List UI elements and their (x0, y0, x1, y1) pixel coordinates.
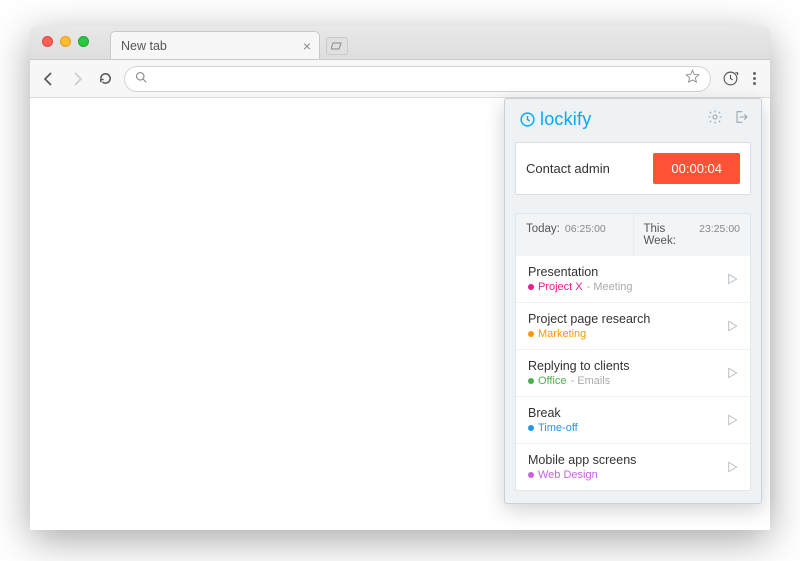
settings-gear-icon[interactable] (707, 109, 723, 130)
browser-menu-button[interactable] (749, 72, 760, 85)
address-bar[interactable] (124, 66, 711, 92)
entry-title: Project page research (528, 312, 650, 326)
project-color-dot (528, 331, 534, 337)
timer-description[interactable]: Contact admin (526, 161, 610, 176)
new-tab-button[interactable] (326, 37, 348, 55)
browser-tab[interactable]: New tab × (110, 31, 320, 59)
summary-today: Today: 06:25:00 (516, 214, 633, 256)
entry-title: Replying to clients (528, 359, 629, 373)
summary-week: This Week: 23:25:00 (633, 214, 751, 256)
minimize-window-button[interactable] (60, 36, 71, 47)
play-icon[interactable] (724, 318, 740, 334)
entry-tag: - Meeting (587, 281, 633, 293)
clockify-logo: lockify (519, 109, 591, 130)
time-entry[interactable]: Mobile app screens Web Design (516, 443, 750, 490)
entry-project: Web Design (538, 469, 598, 481)
time-summary: Today: 06:25:00 This Week: 23:25:00 (515, 213, 751, 256)
forward-button[interactable] (68, 71, 86, 87)
page-content: lockify Contact admin 00:00:04 (30, 98, 770, 530)
tab-title: New tab (121, 39, 167, 53)
summary-week-label: This Week: (644, 223, 695, 247)
play-icon[interactable] (724, 271, 740, 287)
entry-title: Mobile app screens (528, 453, 636, 467)
window-controls (42, 36, 89, 47)
time-entry[interactable]: Project page research Marketing (516, 302, 750, 349)
clockify-popup: lockify Contact admin 00:00:04 (504, 98, 762, 504)
toolbar (30, 60, 770, 98)
clockify-extension-icon[interactable] (721, 70, 739, 88)
timer-elapsed: 00:00:04 (671, 161, 722, 176)
stop-timer-button[interactable]: 00:00:04 (653, 153, 740, 184)
maximize-window-button[interactable] (78, 36, 89, 47)
back-button[interactable] (40, 71, 58, 87)
time-entries-list: Presentation Project X - Meeting Project p… (515, 256, 751, 491)
entry-project: Office (538, 375, 567, 387)
entry-title: Presentation (528, 265, 633, 279)
project-color-dot (528, 378, 534, 384)
current-timer: Contact admin 00:00:04 (515, 142, 751, 195)
browser-window: New tab × (30, 26, 770, 530)
logout-icon[interactable] (733, 109, 749, 130)
logo-text: lockify (540, 109, 591, 130)
popup-header: lockify (505, 99, 761, 138)
summary-week-value: 23:25:00 (699, 223, 740, 235)
entry-project: Project X (538, 281, 583, 293)
reload-button[interactable] (96, 71, 114, 86)
time-entry[interactable]: Break Time-off (516, 396, 750, 443)
project-color-dot (528, 284, 534, 290)
time-entry[interactable]: Replying to clients Office - Emails (516, 349, 750, 396)
bookmark-star-icon[interactable] (685, 69, 700, 89)
project-color-dot (528, 425, 534, 431)
search-icon (135, 70, 147, 88)
time-entry[interactable]: Presentation Project X - Meeting (516, 256, 750, 302)
entry-project: Marketing (538, 328, 586, 340)
tab-close-icon[interactable]: × (303, 38, 311, 54)
entry-title: Break (528, 406, 578, 420)
play-icon[interactable] (724, 459, 740, 475)
entry-project: Time-off (538, 422, 578, 434)
entry-tag: - Emails (571, 375, 611, 387)
play-icon[interactable] (724, 365, 740, 381)
summary-today-value: 06:25:00 (565, 223, 606, 235)
play-icon[interactable] (724, 412, 740, 428)
summary-today-label: Today: (526, 223, 560, 235)
close-window-button[interactable] (42, 36, 53, 47)
project-color-dot (528, 472, 534, 478)
titlebar: New tab × (30, 26, 770, 60)
